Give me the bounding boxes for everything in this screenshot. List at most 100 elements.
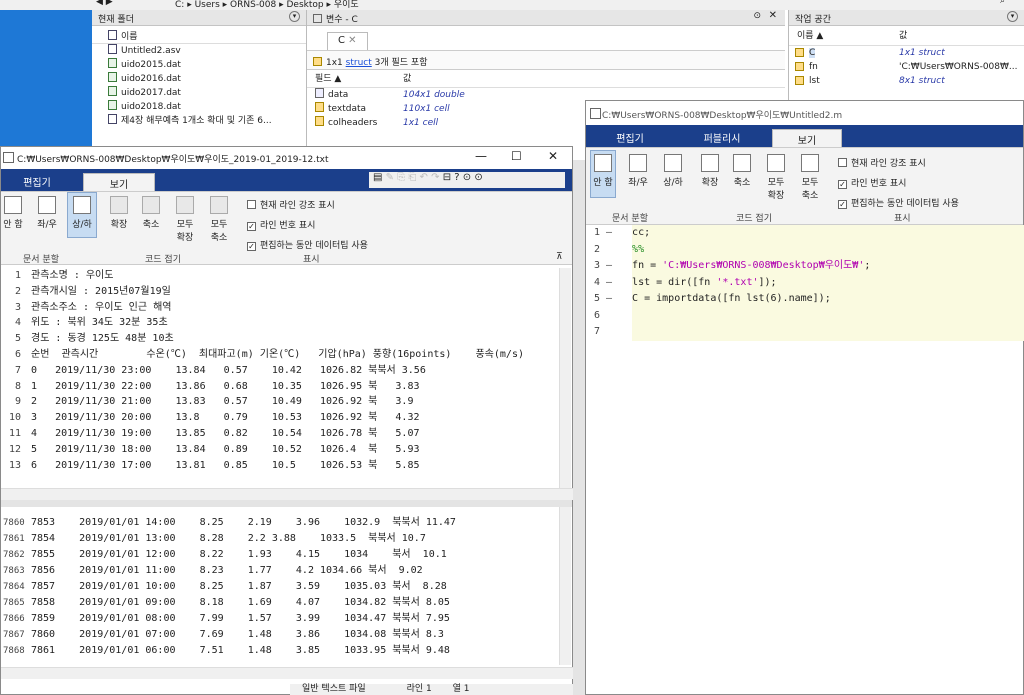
horizontal-scrollbar[interactable] <box>1 488 573 500</box>
collapse-button[interactable]: 축소 <box>730 154 754 188</box>
split-none-button[interactable]: 안 함 <box>1 196 25 230</box>
text-line[interactable]: 5 경도 : 동경 125도 48분 10초 <box>1 331 557 347</box>
maximize-button[interactable]: ☐ <box>511 149 522 163</box>
vertical-scrollbar[interactable] <box>559 507 571 665</box>
highlight-line-checkbox[interactable]: 현재 라인 강조 표시 <box>838 156 926 169</box>
help-icon[interactable]: ? <box>454 172 459 183</box>
text-line[interactable]: 7867 7860 2019/01/01 07:00 7.69 1.48 3.86… <box>3 627 557 643</box>
workspace-row[interactable]: fn 'C:₩Users₩ORNS-008₩... <box>789 60 1024 74</box>
expand-all-button[interactable]: 모두 확장 <box>171 196 199 243</box>
struct-link[interactable]: struct <box>346 58 372 68</box>
code-line[interactable]: 2 %% <box>586 242 1023 259</box>
tab-publish[interactable]: 퍼블리시 <box>678 128 766 146</box>
text-line[interactable]: 7863 7856 2019/01/01 11:00 8.23 1.77 4.2 … <box>3 563 557 579</box>
expand-button[interactable]: 확장 <box>698 154 722 188</box>
column-header[interactable]: 이름 <box>92 26 306 44</box>
text-line[interactable]: 11 4 2019/11/30 19:00 13.85 0.82 10.54 10… <box>1 426 557 442</box>
file-item[interactable]: 제4장 해무예측 1개소 확대 및 기존 6... <box>92 114 306 128</box>
expand-all-button[interactable]: 모두 확장 <box>762 154 790 201</box>
workspace-row[interactable]: C 1x1 struct <box>789 46 1024 60</box>
code-area[interactable]: 1 – cc; 2 %% 3 – fn = 'C:₩Users₩ORNS-008₩D… <box>586 225 1023 525</box>
line-numbers-checkbox[interactable]: ✓ 라인 번호 표시 <box>247 218 315 231</box>
code-line[interactable]: 4 – lst = dir([fn '*.txt']); <box>586 275 1023 292</box>
vertical-scrollbar[interactable] <box>559 268 571 488</box>
col-value[interactable]: 값 <box>403 74 411 84</box>
collapse-button[interactable]: 축소 <box>139 196 163 230</box>
split-tb-button[interactable]: 상/하 <box>67 192 97 238</box>
close-button[interactable]: ✕ <box>548 149 558 163</box>
col-field[interactable]: 필드 ▲ <box>307 70 403 88</box>
text-line[interactable]: 7866 7859 2019/01/01 08:00 7.99 1.57 3.99… <box>3 611 557 627</box>
text-line[interactable]: 7862 7855 2019/01/01 12:00 8.22 1.93 4.15… <box>3 547 557 563</box>
text-line[interactable]: 4 위도 : 북위 34도 32분 35초 <box>1 315 557 331</box>
text-line[interactable]: 7868 7861 2019/01/01 06:00 7.51 1.48 3.85… <box>3 643 557 659</box>
code-line[interactable]: 5 – C = importdata([fn lst(6).name]); <box>586 291 1023 308</box>
address-bar[interactable]: ◀ ▶ C: ▸ Users ▸ ORNS-008 ▸ Desktop ▸ 우이… <box>0 0 1024 10</box>
workspace-row[interactable]: lst 8x1 struct <box>789 74 1024 88</box>
breadcrumb-item[interactable]: Desktop <box>287 0 324 10</box>
pane-splitter[interactable] <box>1 500 572 507</box>
expand-button[interactable]: 확장 <box>107 196 131 230</box>
tab-editor[interactable]: 편집기 <box>1 172 73 190</box>
options-icon[interactable]: ⊙ <box>463 172 471 183</box>
panel-menu-icon[interactable]: ⊙ <box>753 11 761 21</box>
text-pane-bottom[interactable]: 7860 7853 2019/01/01 14:00 8.25 2.19 3.96… <box>1 515 557 665</box>
text-pane-top[interactable]: 1 관측소명 : 우이도 2 관측개시일 : 2015년07월19일 3 관측소주소 : … <box>1 268 557 482</box>
code-line[interactable]: 7 <box>586 324 1023 341</box>
split-none-button[interactable]: 안 함 <box>590 150 616 198</box>
tab-view[interactable]: 보기 <box>772 129 842 147</box>
breadcrumb-item[interactable]: 우이도 <box>334 0 359 10</box>
text-line[interactable]: 10 3 2019/11/30 20:00 13.8 0.79 10.53 102… <box>1 410 557 426</box>
collapse-ribbon-icon[interactable]: ⊼ <box>556 252 563 262</box>
datatips-checkbox[interactable]: ✓ 편집하는 동안 데이터팁 사용 <box>247 238 368 251</box>
breadcrumb-item[interactable]: C: <box>175 0 184 10</box>
col-name[interactable]: 이름 ▲ <box>789 26 899 46</box>
text-line[interactable]: 7 0 2019/11/30 23:00 13.84 0.57 10.42 102… <box>1 363 557 379</box>
text-line[interactable]: 7864 7857 2019/01/01 10:00 8.25 1.87 3.59… <box>3 579 557 595</box>
split-lr-button[interactable]: 좌/우 <box>33 196 61 230</box>
file-item[interactable]: uido2016.dat <box>92 72 306 86</box>
code-line[interactable]: 3 – fn = 'C:₩Users₩ORNS-008₩Desktop₩우이도₩… <box>586 258 1023 275</box>
text-line[interactable]: 9 2 2019/11/30 21:00 13.83 0.57 10.49 102… <box>1 394 557 410</box>
text-line[interactable]: 8 1 2019/11/30 22:00 13.86 0.68 10.35 102… <box>1 379 557 395</box>
nav-arrows-icon[interactable]: ◀ ▶ <box>96 0 113 7</box>
file-item[interactable]: uido2018.dat <box>92 100 306 114</box>
search-icon[interactable]: ⌕ <box>1000 0 1005 6</box>
split-tb-button[interactable]: 상/하 <box>658 154 688 188</box>
text-line[interactable]: 13 6 2019/11/30 17:00 13.81 0.85 10.5 102… <box>1 458 557 474</box>
close-icon[interactable]: ✕ <box>769 10 777 21</box>
collapse-all-button[interactable]: 모두 축소 <box>796 154 824 201</box>
text-line[interactable]: 7860 7853 2019/01/01 14:00 8.25 2.19 3.96… <box>3 515 557 531</box>
text-line[interactable]: 7865 7858 2019/01/01 09:00 8.18 1.69 4.07… <box>3 595 557 611</box>
code-line[interactable]: 6 <box>586 308 1023 325</box>
tab-view[interactable]: 보기 <box>83 173 155 191</box>
file-item[interactable]: uido2017.dat <box>92 86 306 100</box>
highlight-line-checkbox[interactable]: 현재 라인 강조 표시 <box>247 198 335 211</box>
breadcrumb-item[interactable]: Users <box>195 0 220 10</box>
tab-editor[interactable]: 편집기 <box>586 128 674 146</box>
close-icon[interactable]: ✕ <box>348 35 356 46</box>
breadcrumb-item[interactable]: ORNS-008 <box>230 0 276 10</box>
file-item[interactable]: uido2015.dat <box>92 58 306 72</box>
datatips-checkbox[interactable]: ✓ 편집하는 동안 데이터팁 사용 <box>838 196 959 209</box>
text-line[interactable]: 7861 7854 2019/01/01 13:00 8.28 2.2 3.88 … <box>3 531 557 547</box>
text-line[interactable]: 12 5 2019/11/30 18:00 13.84 0.89 10.52 10… <box>1 442 557 458</box>
text-line[interactable]: 1 관측소명 : 우이도 <box>1 268 557 284</box>
line-numbers-checkbox[interactable]: ✓ 라인 번호 표시 <box>838 176 906 189</box>
text-line[interactable]: 2 관측개시일 : 2015년07월19일 <box>1 284 557 300</box>
text-line[interactable]: 3 관측소주소 : 우이도 인근 해역 <box>1 300 557 316</box>
panel-menu-icon[interactable]: ▾ <box>1007 11 1018 22</box>
menu-icon[interactable]: ⊙ <box>474 172 482 183</box>
code-line[interactable]: 1 – cc; <box>586 225 1023 242</box>
collapse-all-button[interactable]: 모두 축소 <box>205 196 233 243</box>
quick-access-toolbar[interactable]: ▤ ✎ ⎘ ⎗ ↶ ↷ ⊟ ? ⊙ ⊙ <box>369 172 565 188</box>
splitter[interactable] <box>573 160 585 695</box>
tab-variable-c[interactable]: C ✕ <box>327 32 368 50</box>
window-titlebar[interactable]: C:₩Users₩ORNS-008₩Desktop₩우이도₩우이도_2019-0… <box>1 147 572 169</box>
window-titlebar[interactable]: C:₩Users₩ORNS-008₩Desktop₩우이도₩Untitled2.… <box>586 101 1023 125</box>
horizontal-scrollbar[interactable] <box>1 667 573 679</box>
breadcrumb[interactable]: C: ▸ Users ▸ ORNS-008 ▸ Desktop ▸ 우이도 <box>175 0 359 10</box>
save-icon[interactable]: ▤ <box>373 172 382 183</box>
minimize-button[interactable]: — <box>475 149 487 163</box>
window-icon[interactable]: ⊟ <box>443 172 451 183</box>
